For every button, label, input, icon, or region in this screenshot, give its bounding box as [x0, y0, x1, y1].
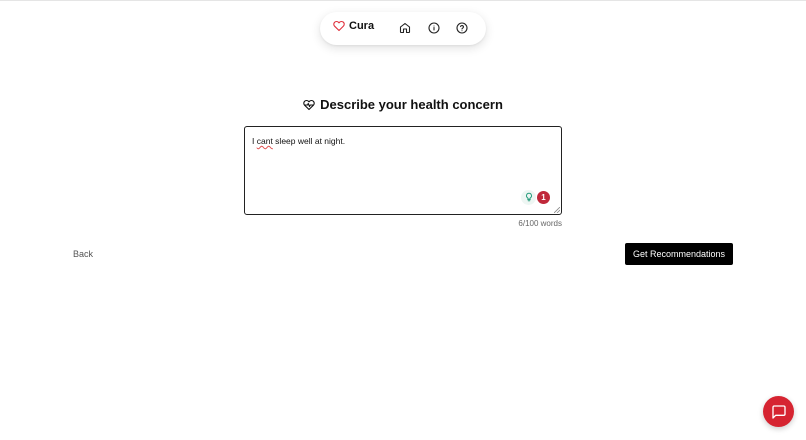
back-button[interactable]: Back	[73, 249, 93, 259]
nav-help-button[interactable]	[455, 21, 469, 35]
chat-button[interactable]	[763, 396, 794, 427]
health-concern-textarea[interactable]: I cant sleep well at night. 1	[244, 126, 562, 215]
home-icon	[399, 22, 411, 34]
page-heading: Describe your health concern	[0, 97, 806, 112]
heart-pulse-icon	[303, 99, 315, 110]
heart-icon	[333, 20, 345, 32]
page-title: Describe your health concern	[320, 97, 503, 112]
top-divider	[0, 0, 806, 1]
nav-home-button[interactable]	[394, 17, 416, 39]
suggestion-count-badge: 1	[537, 190, 550, 204]
chat-bubble-icon	[771, 404, 786, 419]
help-icon	[456, 22, 468, 34]
info-icon	[428, 22, 440, 34]
brand-link[interactable]: Cura	[333, 20, 374, 32]
brand-name: Cura	[349, 20, 375, 32]
top-nav: Cura	[320, 12, 486, 45]
misspelled-word[interactable]: cant	[257, 136, 273, 146]
lightbulb-icon	[521, 189, 536, 205]
nav-info-button[interactable]	[427, 21, 441, 35]
get-recommendations-button[interactable]: Get Recommendations	[625, 243, 733, 265]
word-count: 6/100 words	[518, 219, 562, 228]
textarea-value-suffix: sleep well at night.	[272, 136, 346, 146]
writing-assistant-button[interactable]: 1	[521, 189, 551, 205]
textarea-value: I cant sleep well at night.	[252, 136, 345, 146]
resize-handle-icon[interactable]	[554, 207, 560, 213]
